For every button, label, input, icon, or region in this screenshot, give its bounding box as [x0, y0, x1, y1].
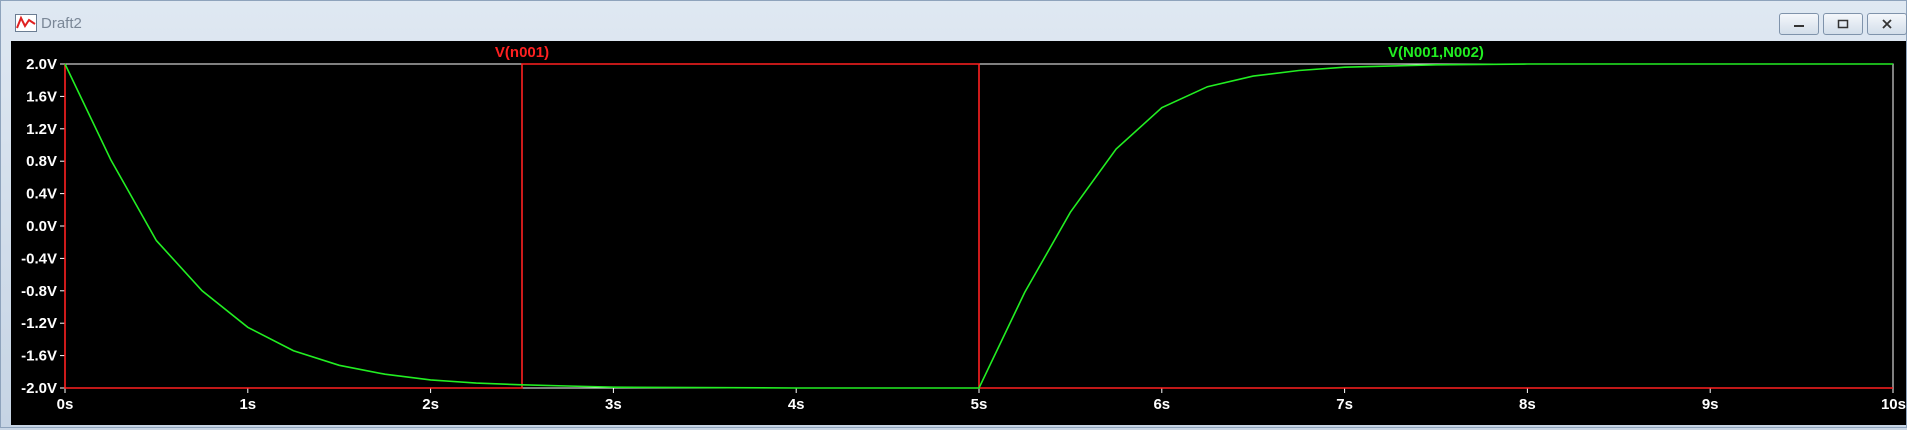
- x-tick-label: 0s: [57, 396, 74, 413]
- y-tick-label: 0.0V: [26, 218, 57, 235]
- y-tick-label: 2.0V: [26, 56, 57, 73]
- series-line-0: [64, 63, 1893, 389]
- waveform-icon: [15, 14, 37, 32]
- restore-icon: [1837, 19, 1849, 29]
- minimize-icon: [1794, 25, 1804, 27]
- close-button[interactable]: [1867, 13, 1907, 35]
- x-tick-label: 6s: [1153, 396, 1170, 413]
- plot-area[interactable]: 2.0V 1.6V 1.2V 0.8V 0.4V 0.0V -0.4V -0.8V -1.2V -…: [11, 41, 1906, 425]
- y-tick-label: -0.4V: [21, 250, 57, 267]
- plot-window: Draft2 2.0V 1.6V 1.2V 0.8V 0.4V 0.0V -0.4V -0.8…: [0, 0, 1907, 428]
- title-bar[interactable]: Draft2: [1, 1, 1907, 41]
- y-tick-label: 1.2V: [26, 121, 57, 138]
- y-tick-label: 1.6V: [26, 88, 57, 105]
- legend-label-0: V(n001): [495, 44, 549, 61]
- y-tick-label: 0.8V: [26, 153, 57, 170]
- x-tick-label: 9s: [1702, 396, 1719, 413]
- y-tick-label: -1.6V: [21, 348, 57, 365]
- close-icon: [1882, 19, 1892, 29]
- x-tick-label: 3s: [605, 396, 622, 413]
- waveform-chart[interactable]: 2.0V 1.6V 1.2V 0.8V 0.4V 0.0V -0.4V -0.8V -1.2V -…: [11, 41, 1906, 425]
- minimize-button[interactable]: [1779, 13, 1819, 35]
- x-tick-label: 2s: [422, 396, 439, 413]
- y-tick-label: -2.0V: [21, 380, 57, 397]
- legend-label-1: V(N001,N002): [1388, 44, 1484, 61]
- y-tick-label: -0.8V: [21, 283, 57, 300]
- x-tick-label: 10s: [1881, 396, 1906, 413]
- x-tick-label: 1s: [239, 396, 256, 413]
- x-tick-label: 8s: [1519, 396, 1536, 413]
- y-tick-label: -1.2V: [21, 315, 57, 332]
- x-tick-label: 4s: [788, 396, 805, 413]
- y-tick-label: 0.4V: [26, 186, 57, 203]
- restore-button[interactable]: [1823, 13, 1863, 35]
- x-tick-label: 5s: [971, 396, 988, 413]
- window-title: Draft2: [41, 15, 82, 32]
- x-tick-label: 7s: [1336, 396, 1353, 413]
